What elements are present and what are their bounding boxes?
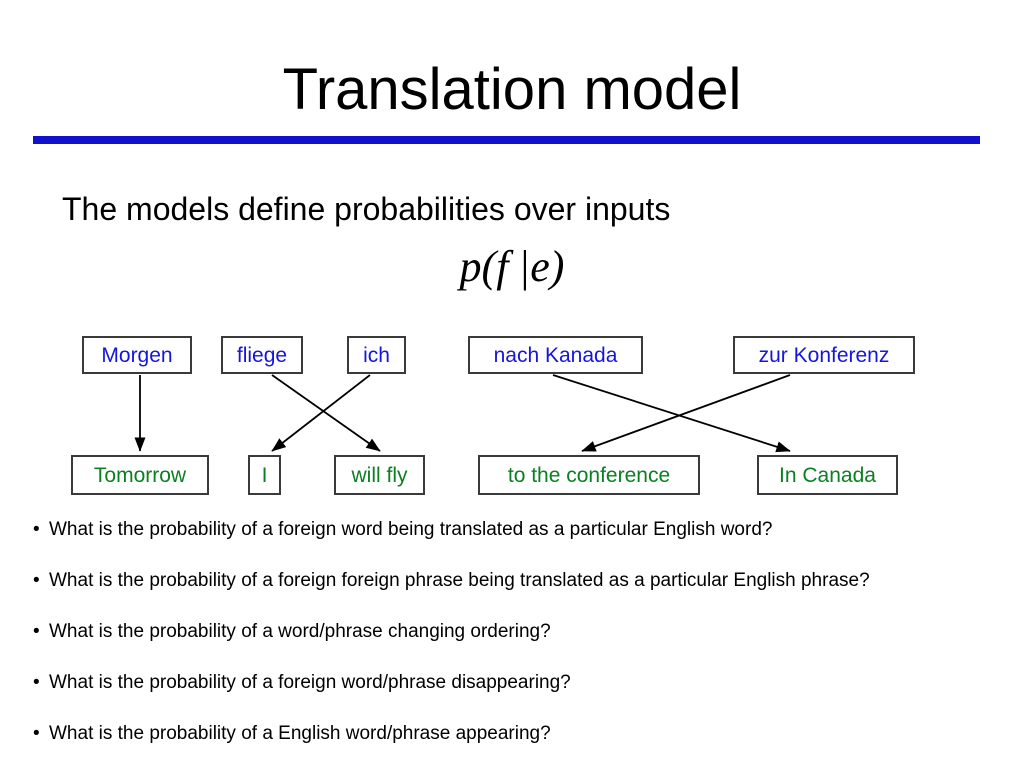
slide-canvas: Translation model The models define prob… xyxy=(0,0,1024,768)
question-bullet-list: • What is the probability of a foreign wo… xyxy=(33,518,1013,773)
source-box-fliege[interactable]: fliege xyxy=(221,336,303,374)
formula-bar: | xyxy=(520,242,530,291)
bullet-marker-icon: • xyxy=(33,570,40,591)
source-box-label: fliege xyxy=(236,343,288,367)
target-box-to-the-conference[interactable]: to the conference xyxy=(478,455,700,495)
bullet-item: • What is the probability of a foreign fo… xyxy=(33,569,1013,593)
source-box-label: ich xyxy=(363,343,390,367)
word-alignment-diagram: Morgen fliege ich nach Kanada zur Konferenz … xyxy=(0,320,1024,510)
bullet-text: What is the probability of a foreign wor… xyxy=(49,672,571,693)
alignment-arrow-ich-to-i xyxy=(271,374,371,452)
target-box-label: In Canada xyxy=(779,463,876,487)
target-box-label: will fly xyxy=(351,463,408,487)
formula-p: p xyxy=(459,242,482,291)
bullet-marker-icon: • xyxy=(33,672,40,693)
bullet-item: • What is the probability of a foreign wo… xyxy=(33,671,1013,695)
bullet-text: What is the probability of a foreign wor… xyxy=(49,519,773,540)
source-box-label: nach Kanada xyxy=(493,343,618,367)
probability-formula: p(f |e) xyxy=(0,240,1024,294)
source-box-zur-konferenz[interactable]: zur Konferenz xyxy=(733,336,915,374)
title-divider xyxy=(33,136,980,144)
formula-close-paren: ) xyxy=(549,242,565,291)
alignment-arrow-nach-kanada-to-in-canada xyxy=(552,374,791,453)
formula-open-paren: ( xyxy=(481,242,497,291)
target-box-label: to the conference xyxy=(507,463,671,487)
target-box-tomorrow[interactable]: Tomorrow xyxy=(71,455,209,495)
bullet-text: What is the probability of a English wor… xyxy=(49,723,551,744)
source-box-morgen[interactable]: Morgen xyxy=(82,336,192,374)
source-box-label: Morgen xyxy=(101,343,173,367)
bullet-marker-icon: • xyxy=(33,621,40,642)
bullet-marker-icon: • xyxy=(33,723,40,744)
subtitle-text: The models define probabilities over inp… xyxy=(62,191,671,227)
bullet-marker-icon: • xyxy=(33,519,40,540)
bullet-text: What is the probability of a word/phrase… xyxy=(49,621,551,642)
alignment-arrow-fliege-to-will fly xyxy=(271,374,381,452)
target-box-label: Tomorrow xyxy=(93,463,187,487)
source-box-label: zur Konferenz xyxy=(758,343,890,367)
bullet-item: • What is the probability of a word/phras… xyxy=(33,620,1013,644)
target-box-label: I xyxy=(261,463,268,487)
bullet-text: What is the probability of a foreign for… xyxy=(49,570,870,591)
target-box-in-canada[interactable]: In Canada xyxy=(757,455,898,495)
formula-e: e xyxy=(530,242,550,291)
page-title: Translation model xyxy=(282,57,742,122)
bullet-item: • What is the probability of a foreign wo… xyxy=(33,518,1013,542)
target-box-will-fly[interactable]: will fly xyxy=(334,455,425,495)
formula-f: f xyxy=(496,242,509,291)
source-box-ich[interactable]: ich xyxy=(347,336,406,374)
bullet-item: • What is the probability of a English wo… xyxy=(33,722,1013,746)
target-box-i[interactable]: I xyxy=(248,455,281,495)
source-box-nach-kanada[interactable]: nach Kanada xyxy=(468,336,643,374)
alignment-arrow-zur-konferenz-to-to-the-conference xyxy=(581,374,791,452)
